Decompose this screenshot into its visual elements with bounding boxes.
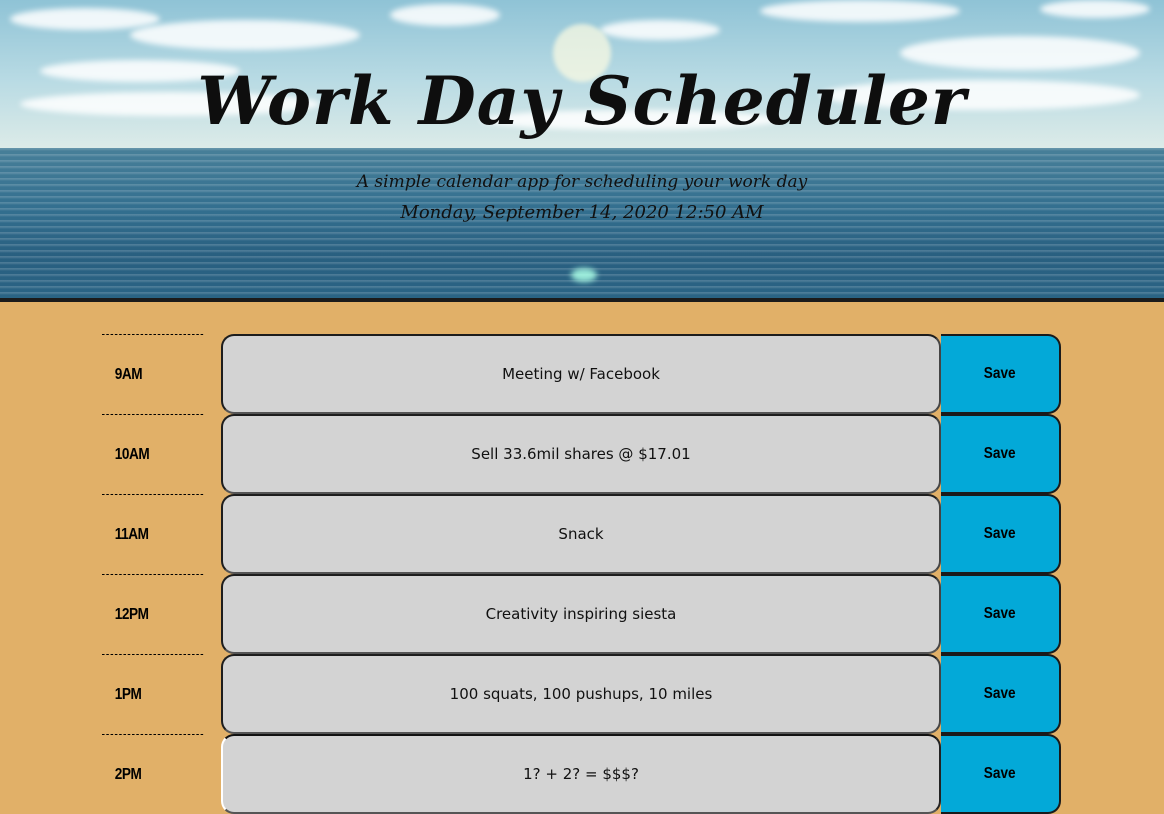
current-datetime: Monday, September 14, 2020 12:50 AM xyxy=(400,202,764,223)
time-block-row: 12PM Creativity inspiring siesta Save xyxy=(102,574,1062,654)
task-input[interactable]: 100 squats, 100 pushups, 10 miles xyxy=(221,654,941,734)
header-banner: Work Day Scheduler A simple calendar app… xyxy=(0,0,1164,302)
hour-label: 2PM xyxy=(102,734,204,814)
hour-label: 11AM xyxy=(102,494,204,574)
time-block-row: 11AM Snack Save xyxy=(102,494,1062,574)
save-button[interactable]: Save xyxy=(941,334,1061,414)
time-block-row: 2PM 1? + 2? = $$$? Save xyxy=(102,734,1062,814)
save-button[interactable]: Save xyxy=(941,494,1061,574)
save-button-label: Save xyxy=(984,365,1016,382)
save-button-label: Save xyxy=(984,765,1016,782)
sea-glint xyxy=(571,268,597,282)
save-button[interactable]: Save xyxy=(941,734,1061,814)
task-input[interactable]: Sell 33.6mil shares @ $17.01 xyxy=(221,414,941,494)
task-input[interactable]: Snack xyxy=(221,494,941,574)
task-input[interactable]: Creativity inspiring siesta xyxy=(221,574,941,654)
save-button-label: Save xyxy=(984,605,1016,622)
page-title: Work Day Scheduler xyxy=(197,62,967,140)
save-button[interactable]: Save xyxy=(941,654,1061,734)
time-block-row: 10AM Sell 33.6mil shares @ $17.01 Save xyxy=(102,414,1062,494)
task-input[interactable]: 1? + 2? = $$$? xyxy=(221,734,941,814)
hour-label: 10AM xyxy=(102,414,204,494)
time-block-row: 1PM 100 squats, 100 pushups, 10 miles Sa… xyxy=(102,654,1062,734)
save-button[interactable]: Save xyxy=(941,574,1061,654)
page-subtitle: A simple calendar app for scheduling you… xyxy=(356,172,808,192)
hour-label: 12PM xyxy=(102,574,204,654)
hour-label: 1PM xyxy=(102,654,204,734)
schedule-container: 9AM Meeting w/ Facebook Save 10AM Sell 3… xyxy=(102,334,1062,814)
save-button-label: Save xyxy=(984,445,1016,462)
save-button-label: Save xyxy=(984,685,1016,702)
task-input[interactable]: Meeting w/ Facebook xyxy=(221,334,941,414)
hour-label: 9AM xyxy=(102,334,204,414)
save-button[interactable]: Save xyxy=(941,414,1061,494)
time-block-row: 9AM Meeting w/ Facebook Save xyxy=(102,334,1062,414)
save-button-label: Save xyxy=(984,525,1016,542)
